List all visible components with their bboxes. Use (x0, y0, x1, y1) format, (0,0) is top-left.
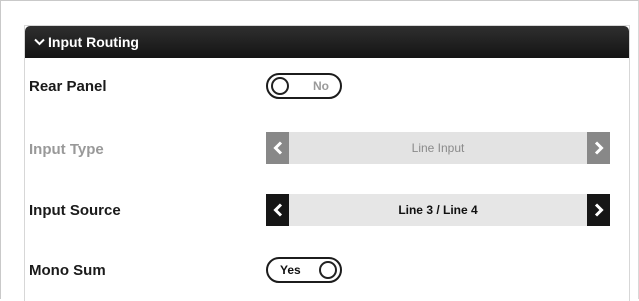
input-source-label: Input Source (29, 202, 121, 219)
chevron-left-icon (272, 141, 282, 155)
input-type-selector: Line Input (266, 132, 610, 164)
input-type-value: Line Input (411, 141, 465, 155)
input-type-prev-button[interactable] (266, 132, 289, 164)
section-header-input-routing[interactable]: Input Routing (25, 26, 629, 58)
toggle-knob (271, 77, 289, 95)
input-source-prev-button[interactable] (266, 194, 289, 226)
mono-sum-label: Mono Sum (29, 262, 106, 279)
chevron-left-icon (272, 203, 282, 217)
chevron-down-icon[interactable] (34, 38, 45, 46)
rear-panel-label: Rear Panel (29, 78, 107, 95)
input-type-next-button[interactable] (587, 132, 610, 164)
input-type-label: Input Type (29, 141, 104, 158)
section-title: Input Routing (48, 34, 139, 50)
input-source-selector: Line 3 / Line 4 (266, 194, 610, 226)
rear-panel-toggle-text: No (313, 79, 329, 93)
toggle-knob (319, 261, 337, 279)
input-routing-panel: Input Routing Rear Panel No Input Type L… (24, 25, 630, 301)
mono-sum-toggle-text: Yes (280, 263, 301, 277)
chevron-right-icon (594, 203, 604, 217)
input-source-next-button[interactable] (587, 194, 610, 226)
mono-sum-toggle[interactable]: Yes (266, 257, 342, 283)
rear-panel-toggle[interactable]: No (266, 73, 342, 99)
input-source-value: Line 3 / Line 4 (398, 203, 478, 217)
chevron-right-icon (594, 141, 604, 155)
